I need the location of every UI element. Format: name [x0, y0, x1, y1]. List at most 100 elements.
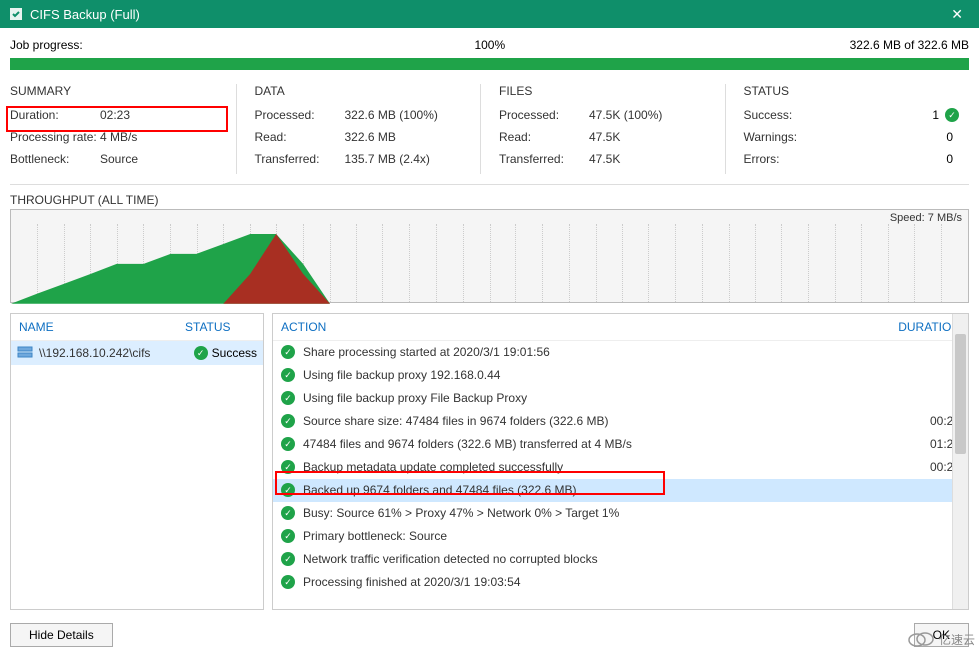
- action-list[interactable]: ✓ Share processing started at 2020/3/1 19…: [273, 341, 968, 609]
- files-transferred-value: 47.5K: [589, 152, 715, 166]
- warnings-label: Warnings:: [744, 130, 834, 144]
- chart-svg: [11, 224, 968, 304]
- action-row[interactable]: ✓ Using file backup proxy 192.168.0.44: [273, 364, 968, 387]
- duration-value: 02:23: [100, 108, 226, 122]
- progress-fill: [10, 58, 969, 70]
- warnings-value: 0: [946, 130, 953, 144]
- bottleneck-label: Bottleneck:: [10, 152, 100, 166]
- action-text: Primary bottleneck: Source: [303, 529, 890, 543]
- server-icon: [17, 345, 33, 361]
- action-row[interactable]: ✓ Share processing started at 2020/3/1 19…: [273, 341, 968, 364]
- success-icon: ✓: [281, 368, 295, 382]
- rate-value: 4 MB/s: [100, 130, 226, 144]
- hide-details-button[interactable]: Hide Details: [10, 623, 113, 647]
- job-progress-label: Job progress:: [10, 38, 130, 52]
- success-check-icon: ✓: [945, 108, 959, 122]
- app-icon: [8, 6, 24, 22]
- host-row[interactable]: \\192.168.10.242\cifs ✓ Success: [11, 341, 263, 365]
- success-icon: ✓: [281, 552, 295, 566]
- success-icon: ✓: [281, 391, 295, 405]
- files-transferred-label: Transferred:: [499, 152, 589, 166]
- col-status[interactable]: STATUS: [185, 320, 255, 334]
- footer: Hide Details OK: [0, 610, 979, 652]
- action-text: Backed up 9674 folders and 47484 files (…: [303, 483, 890, 497]
- success-label: Success:: [744, 108, 834, 122]
- summary-heading: SUMMARY: [10, 84, 226, 98]
- title-bar: CIFS Backup (Full) ✕: [0, 0, 979, 28]
- action-text: Processing finished at 2020/3/1 19:03:54: [303, 575, 890, 589]
- action-text: Busy: Source 61% > Proxy 47% > Network 0…: [303, 506, 890, 520]
- action-row[interactable]: ✓ Backed up 9674 folders and 47484 files …: [273, 479, 968, 502]
- files-column: FILES Processed:47.5K (100%) Read:47.5K …: [480, 84, 725, 174]
- host-name: \\192.168.10.242\cifs: [39, 346, 194, 360]
- bottleneck-value: Source: [100, 152, 226, 166]
- action-text: Using file backup proxy File Backup Prox…: [303, 391, 890, 405]
- rate-label: Processing rate:: [10, 130, 100, 144]
- throughput-speed: Speed: 7 MB/s: [888, 212, 964, 224]
- host-status: Success: [212, 346, 257, 360]
- status-heading: STATUS: [744, 84, 960, 98]
- actions-header: ACTION DURATION: [273, 314, 968, 341]
- success-icon: ✓: [281, 575, 295, 589]
- window-title: CIFS Backup (Full): [30, 7, 140, 22]
- files-heading: FILES: [499, 84, 715, 98]
- success-icon: ✓: [281, 437, 295, 451]
- detail-panes: NAME STATUS \\192.168.10.242\cifs ✓ Succ…: [10, 313, 969, 610]
- action-row[interactable]: ✓ Processing finished at 2020/3/1 19:03:5…: [273, 571, 968, 594]
- close-icon[interactable]: ✕: [943, 6, 971, 23]
- success-value: 1: [932, 108, 939, 122]
- action-row[interactable]: ✓ Primary bottleneck: Source: [273, 525, 968, 548]
- hosts-pane: NAME STATUS \\192.168.10.242\cifs ✓ Succ…: [10, 313, 264, 610]
- summary-column: SUMMARY Duration:02:23 Processing rate:4…: [10, 84, 236, 174]
- scrollbar[interactable]: [952, 314, 968, 609]
- action-row[interactable]: ✓ Busy: Source 61% > Proxy 47% > Network …: [273, 502, 968, 525]
- duration-label: Duration:: [10, 108, 100, 122]
- stats-panel: SUMMARY Duration:02:23 Processing rate:4…: [10, 84, 969, 185]
- action-text: Share processing started at 2020/3/1 19:…: [303, 345, 890, 359]
- action-duration: 00:20: [890, 460, 960, 474]
- data-processed-label: Processed:: [255, 108, 345, 122]
- success-icon: ✓: [281, 506, 295, 520]
- data-transferred-value: 135.7 MB (2.4x): [345, 152, 471, 166]
- throughput-heading: THROUGHPUT (ALL TIME): [10, 193, 969, 207]
- col-action[interactable]: ACTION: [281, 320, 890, 334]
- data-heading: DATA: [255, 84, 471, 98]
- action-text: Backup metadata update completed success…: [303, 460, 890, 474]
- col-duration[interactable]: DURATION: [890, 320, 960, 334]
- action-row[interactable]: ✓ Backup metadata update completed succes…: [273, 456, 968, 479]
- job-progress-row: Job progress: 100% 322.6 MB of 322.6 MB: [10, 38, 969, 52]
- action-row[interactable]: ✓ Network traffic verification detected n…: [273, 548, 968, 571]
- data-transferred-label: Transferred:: [255, 152, 345, 166]
- success-icon: ✓: [281, 460, 295, 474]
- action-row[interactable]: ✓ 47484 files and 9674 folders (322.6 MB)…: [273, 433, 968, 456]
- hosts-header: NAME STATUS: [11, 314, 263, 341]
- success-icon: ✓: [281, 414, 295, 428]
- data-read-value: 322.6 MB: [345, 130, 471, 144]
- col-name[interactable]: NAME: [19, 320, 185, 334]
- files-read-label: Read:: [499, 130, 589, 144]
- scrollbar-thumb[interactable]: [955, 334, 966, 454]
- data-read-label: Read:: [255, 130, 345, 144]
- data-column: DATA Processed:322.6 MB (100%) Read:322.…: [236, 84, 481, 174]
- action-row[interactable]: ✓ Using file backup proxy File Backup Pro…: [273, 387, 968, 410]
- host-status-icon: ✓: [194, 346, 208, 360]
- action-text: Network traffic verification detected no…: [303, 552, 890, 566]
- throughput-chart: Speed: 7 MB/s: [10, 209, 969, 303]
- actions-pane: ACTION DURATION ✓ Share processing starte…: [272, 313, 969, 610]
- success-icon: ✓: [281, 345, 295, 359]
- success-icon: ✓: [281, 483, 295, 497]
- action-duration: 01:22: [890, 437, 960, 451]
- files-read-value: 47.5K: [589, 130, 715, 144]
- action-row[interactable]: ✓ Source share size: 47484 files in 9674 …: [273, 410, 968, 433]
- success-icon: ✓: [281, 529, 295, 543]
- ok-button[interactable]: OK: [914, 623, 969, 647]
- action-duration: 00:29: [890, 414, 960, 428]
- action-text: Using file backup proxy 192.168.0.44: [303, 368, 890, 382]
- action-text: Source share size: 47484 files in 9674 f…: [303, 414, 890, 428]
- status-column: STATUS Success:1✓ Warnings:0 Errors:0: [725, 84, 970, 174]
- content-area: Job progress: 100% 322.6 MB of 322.6 MB …: [0, 28, 979, 610]
- action-text: 47484 files and 9674 folders (322.6 MB) …: [303, 437, 890, 451]
- files-processed-value: 47.5K (100%): [589, 108, 715, 122]
- job-progress-percent: 100%: [130, 38, 850, 52]
- progress-bar: [10, 58, 969, 70]
